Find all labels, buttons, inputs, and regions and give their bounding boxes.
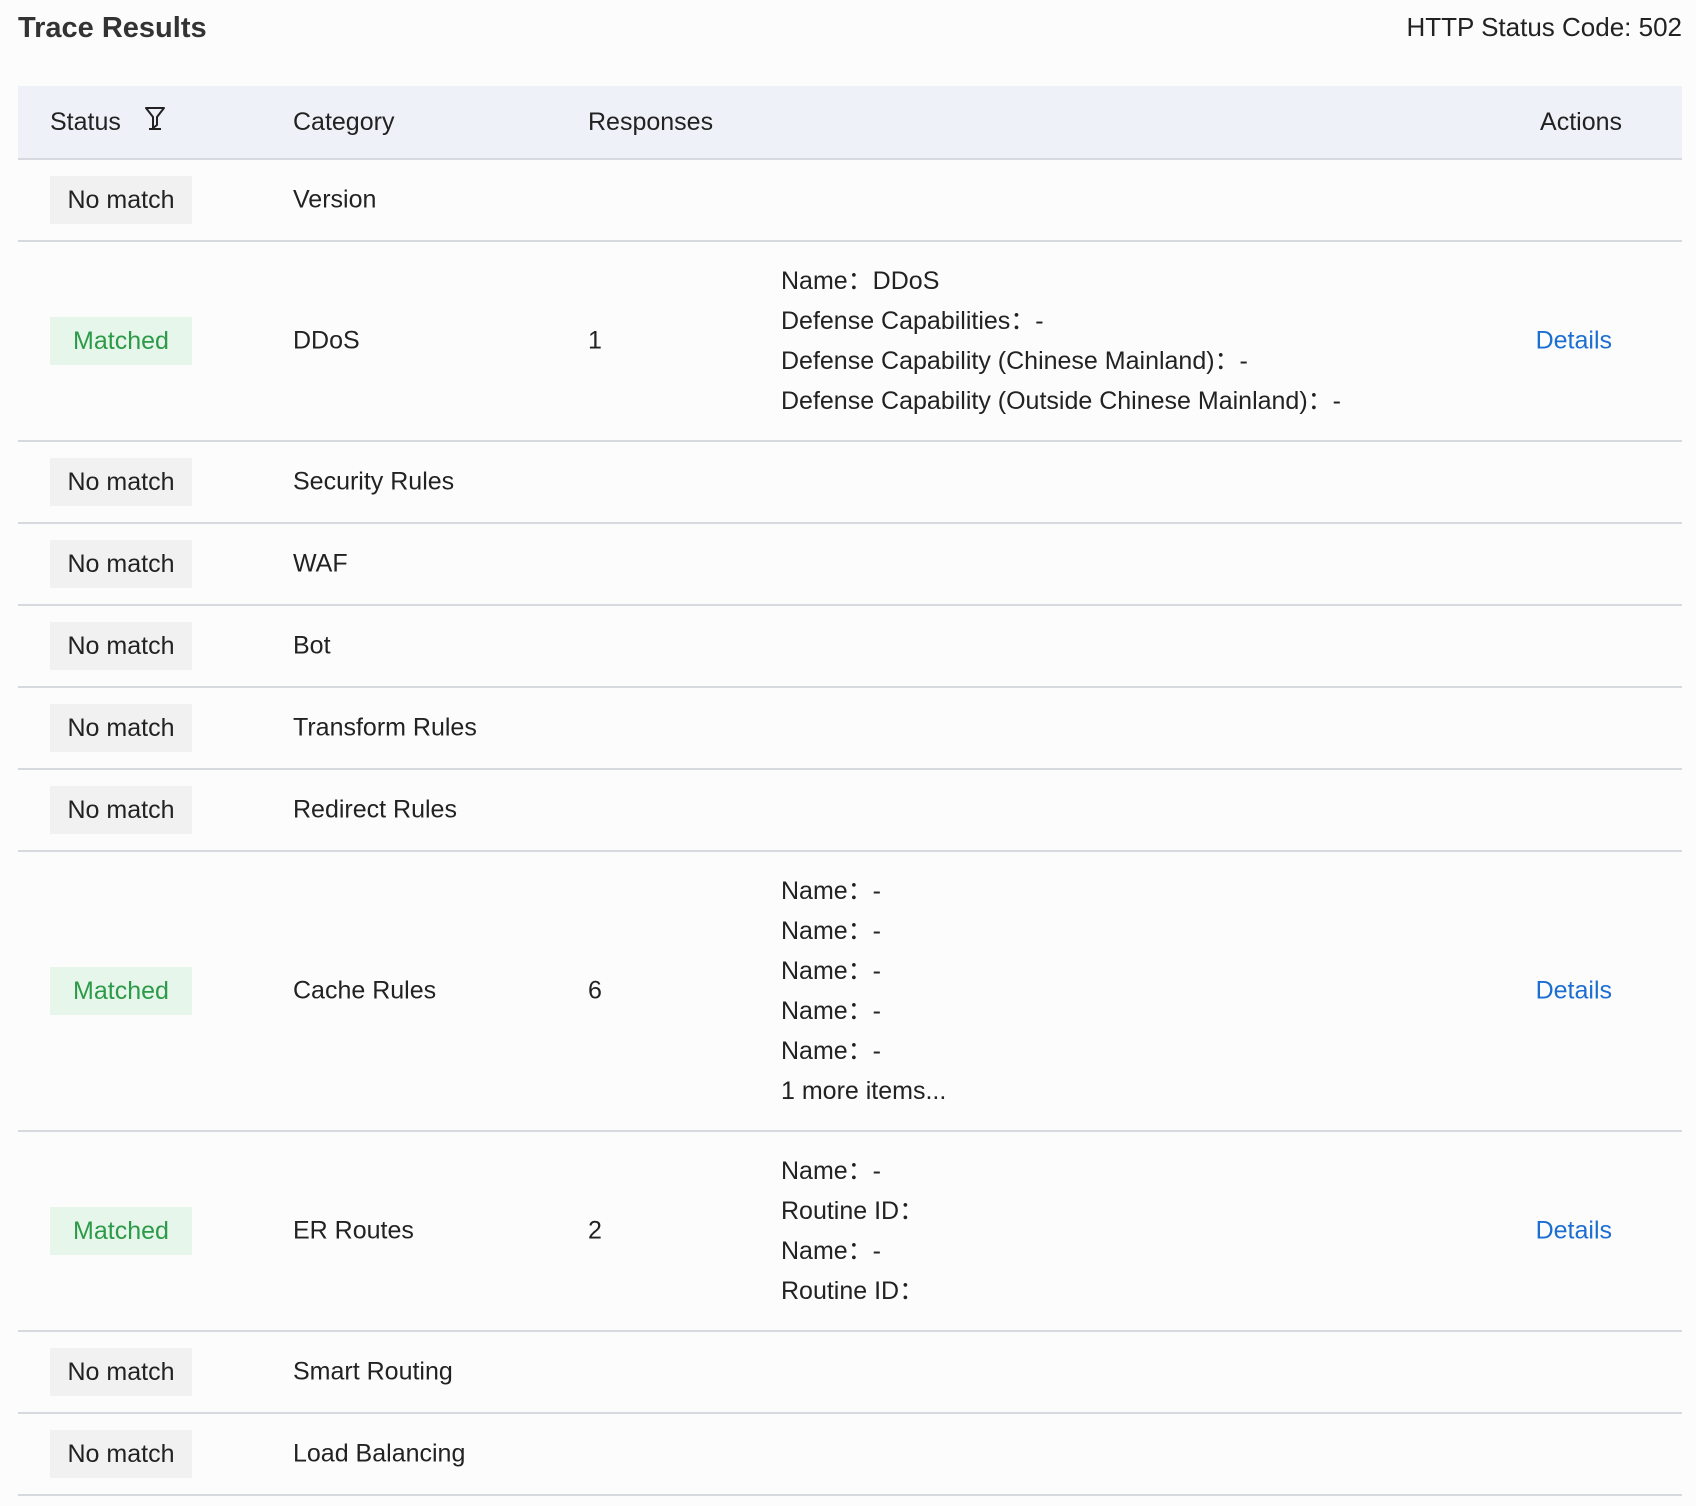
response-detail-line: Defense Capability (Chinese Mainland)：-	[781, 347, 1248, 375]
table-row: Matched Cache Rules 6 Name：- Name：- Name：- Nam…	[18, 852, 1682, 1132]
column-header-status: Status	[50, 105, 166, 138]
category-cell: ER Routes	[293, 1216, 414, 1245]
page-title: Trace Results	[18, 12, 207, 44]
table-row: Matched ER Routes 2 Name：- Routine ID： Name：-…	[18, 1132, 1682, 1332]
status-cell: Matched	[50, 1207, 192, 1255]
response-detail-line: Name：-	[781, 997, 882, 1025]
status-badge: No match	[50, 786, 192, 834]
response-detail-line: 1 more items...	[781, 1077, 947, 1105]
details-link[interactable]: Details	[1536, 1217, 1612, 1246]
column-header-category: Category	[293, 108, 395, 136]
status-cell: No match	[50, 1430, 192, 1478]
status-badge: Matched	[50, 1207, 192, 1255]
status-badge: No match	[50, 176, 192, 224]
table-row: No match Version	[18, 160, 1682, 242]
column-header-actions: Actions	[1540, 108, 1622, 136]
table-row: No match WAF	[18, 524, 1682, 606]
responses-count: 1	[588, 326, 602, 355]
status-badge: Matched	[50, 967, 192, 1015]
response-detail-line: Name：-	[781, 1237, 882, 1265]
column-header-responses: Responses	[588, 108, 714, 136]
status-badge: No match	[50, 622, 192, 670]
category-cell: Smart Routing	[293, 1357, 453, 1386]
status-cell: No match	[50, 786, 192, 834]
trace-results-table: Status Category Responses Actions No mat…	[18, 86, 1682, 1496]
status-cell: No match	[50, 1348, 192, 1396]
response-details: Name：DDoS Defense Capabilities：- Defense C…	[781, 261, 1341, 421]
status-badge: No match	[50, 704, 192, 752]
response-detail-line: Routine ID：	[781, 1277, 925, 1305]
response-detail-line: Name：-	[781, 877, 882, 905]
status-cell: No match	[50, 540, 192, 588]
table-row: Matched DDoS 1 Name：DDoS Defense Capabilitie…	[18, 242, 1682, 442]
response-detail-line: Routine ID：	[781, 1197, 925, 1225]
response-detail-line: Name：-	[781, 917, 882, 945]
status-badge: No match	[50, 458, 192, 506]
table-row: No match Redirect Rules	[18, 770, 1682, 852]
status-cell: No match	[50, 176, 192, 224]
response-detail-line: Name：DDoS	[781, 267, 940, 295]
responses-count: 2	[588, 1216, 602, 1245]
http-status-code: HTTP Status Code: 502	[1406, 12, 1682, 42]
response-detail-line: Defense Capabilities：-	[781, 307, 1044, 335]
responses-count: 6	[588, 976, 602, 1005]
status-badge: No match	[50, 540, 192, 588]
category-cell: DDoS	[293, 326, 360, 355]
response-detail-line: Name：-	[781, 1037, 882, 1065]
status-cell: Matched	[50, 967, 192, 1015]
table-row: No match Smart Routing	[18, 1332, 1682, 1414]
category-cell: Redirect Rules	[293, 795, 457, 824]
page-header: Trace Results HTTP Status Code: 502	[18, 0, 1682, 60]
status-cell: No match	[50, 458, 192, 506]
status-badge: No match	[50, 1348, 192, 1396]
filter-icon[interactable]	[144, 105, 166, 138]
status-badge: No match	[50, 1430, 192, 1478]
response-detail-line: Name：-	[781, 957, 882, 985]
category-cell: Security Rules	[293, 467, 455, 496]
category-cell: Transform Rules	[293, 713, 477, 742]
table-row: No match Security Rules	[18, 442, 1682, 524]
response-details: Name：- Name：- Name：- Name：- Name：- 1 more ite…	[781, 871, 946, 1111]
table-header: Status Category Responses Actions	[18, 86, 1682, 160]
category-cell: Bot	[293, 631, 331, 660]
table-row: No match Load Balancing	[18, 1414, 1682, 1496]
category-cell: Load Balancing	[293, 1439, 466, 1468]
details-link[interactable]: Details	[1536, 327, 1612, 356]
status-cell: No match	[50, 704, 192, 752]
status-cell: No match	[50, 622, 192, 670]
response-detail-line: Defense Capability (Outside Chinese Main…	[781, 387, 1341, 415]
response-detail-line: Name：-	[781, 1157, 882, 1185]
status-badge: Matched	[50, 317, 192, 365]
table-row: No match Bot	[18, 606, 1682, 688]
column-header-status-label: Status	[50, 108, 121, 136]
category-cell: WAF	[293, 549, 348, 578]
response-details: Name：- Routine ID： Name：- Routine ID：	[781, 1151, 924, 1311]
details-link[interactable]: Details	[1536, 977, 1612, 1006]
table-body: No match Version Matched DDoS 1 Name：DDoS Defe…	[18, 160, 1682, 1496]
status-cell: Matched	[50, 317, 192, 365]
category-cell: Cache Rules	[293, 976, 437, 1005]
table-row: No match Transform Rules	[18, 688, 1682, 770]
category-cell: Version	[293, 185, 377, 214]
